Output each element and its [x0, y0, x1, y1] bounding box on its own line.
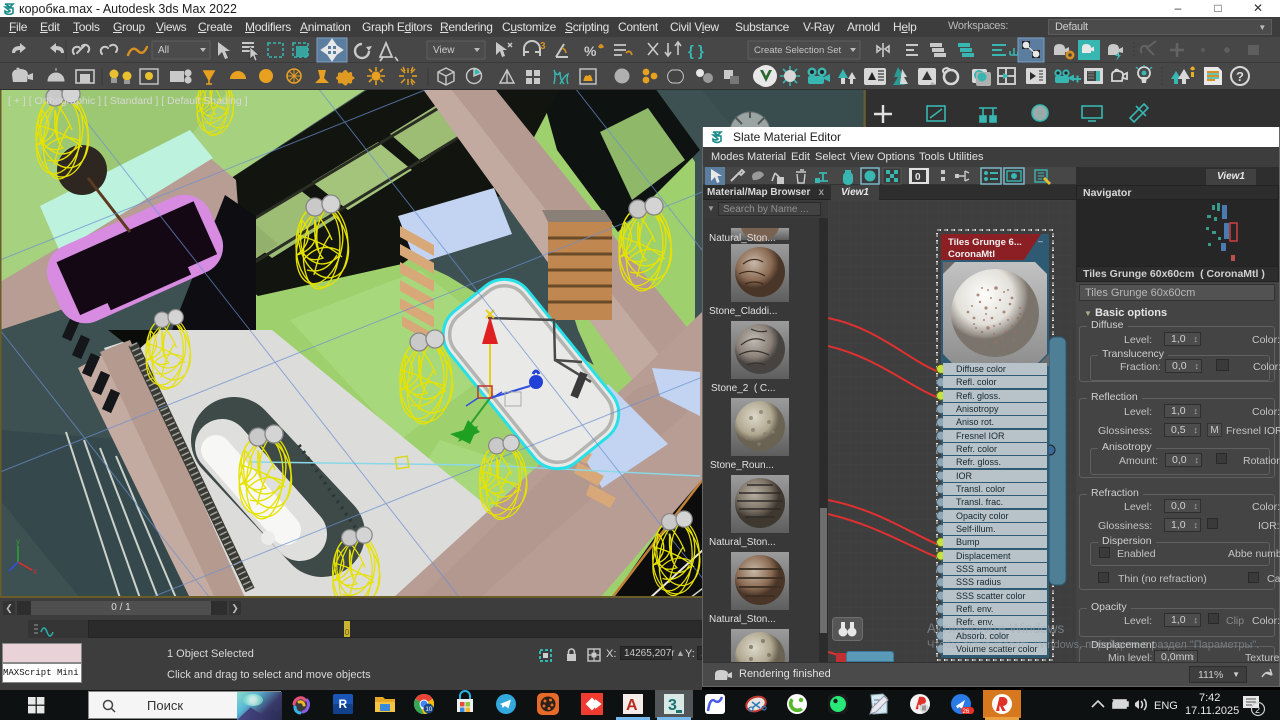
svg-text:x: x: [33, 567, 37, 576]
svg-text:?: ?: [1236, 69, 1244, 84]
svg-text:Natural_Ston...: Natural_Ston...: [709, 614, 776, 625]
svg-text:Create Selection Set: Create Selection Set: [754, 45, 841, 56]
svg-text:–: –: [1038, 236, 1043, 246]
svg-text:2: 2: [1255, 705, 1260, 715]
svg-text:A: A: [626, 697, 638, 714]
svg-text:[ + ] [ Orthographic ] [ Stand: [ + ] [ Orthographic ] [ Standard ] [ De…: [8, 95, 248, 107]
svg-text:%: %: [584, 43, 597, 59]
svg-text:26: 26: [963, 709, 970, 715]
svg-text:ENG: ENG: [1154, 700, 1178, 712]
svg-text:Natural_Ston...: Natural_Ston...: [709, 537, 776, 548]
svg-text:3: 3: [668, 697, 677, 714]
svg-text:Tiles Grunge 6...: Tiles Grunge 6...: [948, 237, 1022, 248]
svg-text:0: 0: [915, 172, 921, 183]
svg-text:Stone_Roun...: Stone_Roun...: [710, 460, 774, 471]
svg-text:R: R: [339, 697, 348, 711]
svg-text:Stone_Claddi...: Stone_Claddi...: [709, 306, 777, 317]
svg-text:3: 3: [540, 41, 546, 52]
svg-text:{ }: { }: [688, 43, 704, 60]
svg-text:View: View: [433, 45, 455, 56]
svg-text:Natural_Ston...: Natural_Ston...: [709, 233, 776, 244]
svg-text:10: 10: [426, 707, 433, 713]
svg-text:CoronaMtl: CoronaMtl: [948, 249, 995, 260]
svg-text:17.11.2025: 17.11.2025: [1185, 705, 1239, 717]
svg-text:All: All: [158, 45, 169, 56]
svg-text:Stone_2 ( C...: Stone_2 ( C...: [711, 383, 775, 394]
svg-text:7:42: 7:42: [1199, 692, 1220, 704]
svg-text:y: y: [16, 537, 20, 546]
